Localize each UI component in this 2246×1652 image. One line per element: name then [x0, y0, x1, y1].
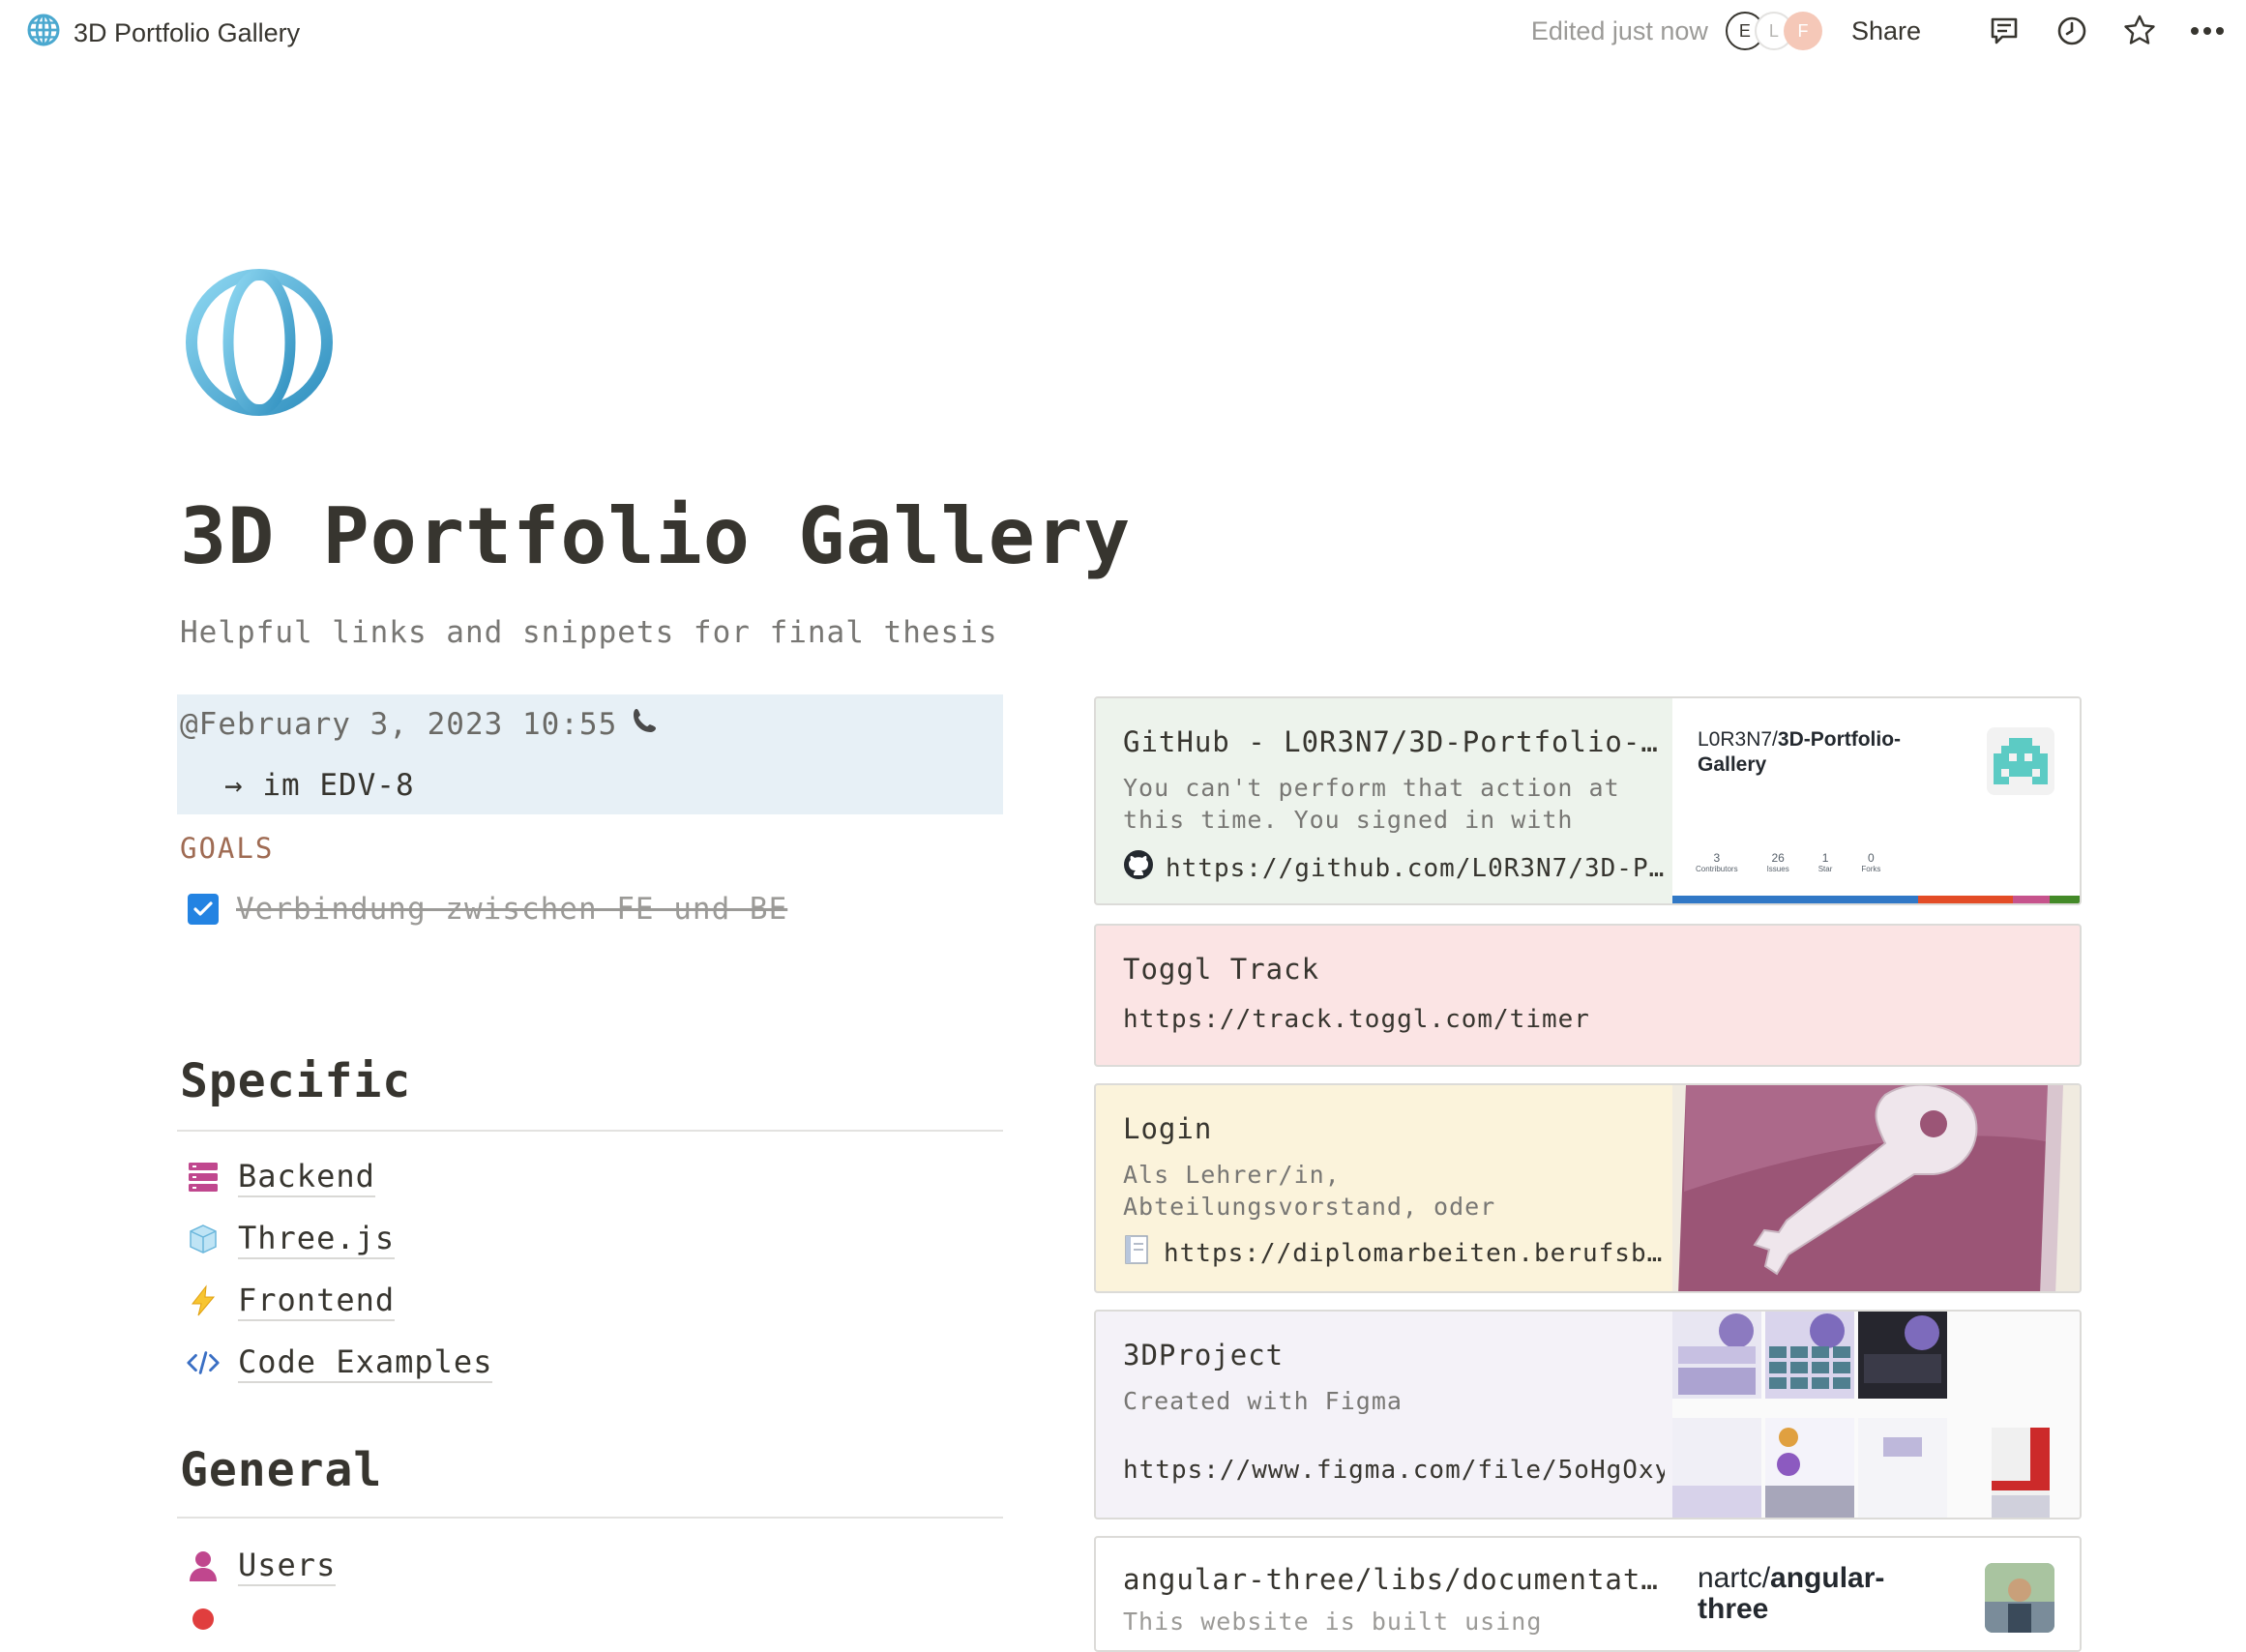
- collaborator-avatars[interactable]: E L F: [1725, 12, 1822, 50]
- repo-stat-issues: 26 Issues: [1766, 851, 1789, 873]
- page-link-label[interactable]: Backend: [238, 1157, 375, 1197]
- page-link-backend[interactable]: Backend: [186, 1157, 375, 1197]
- page-link-users[interactable]: Users: [186, 1546, 337, 1586]
- globe-icon[interactable]: [184, 267, 335, 418]
- more-dots-icon[interactable]: [2190, 14, 2225, 48]
- bookmark-description: This website is built using: [1123, 1608, 1543, 1636]
- bookmark-url: https://track.toggl.com/timer: [1123, 1005, 1590, 1034]
- bookmark-title: Login: [1123, 1112, 1213, 1145]
- repo-avatar: [1987, 727, 2054, 795]
- github-preview-image: L0R3N7/3D-Portfolio-Gallery 3 Contributor…: [1672, 698, 2080, 903]
- history-clock-icon[interactable]: [2054, 14, 2089, 48]
- comments-icon[interactable]: [1987, 14, 2022, 48]
- divider: [177, 1130, 1003, 1132]
- date-text[interactable]: @February 3, 2023 10:55: [180, 707, 617, 742]
- bookmark-description: Als Lehrer/in, Abteilungsvorstand, oder: [1123, 1161, 1496, 1221]
- repo-stat-stars: 1 Star: [1817, 851, 1833, 873]
- top-bar: 3D Portfolio Gallery Edited just now E L…: [0, 0, 2246, 66]
- ice-cube-icon: [186, 1222, 221, 1256]
- page-link-threejs[interactable]: Three.js: [186, 1219, 396, 1259]
- bookmark-description: You can't perform that action at this ti…: [1123, 774, 1620, 834]
- globe-icon: [27, 14, 60, 53]
- heading-specific[interactable]: Specific: [180, 1054, 411, 1108]
- user-icon: [186, 1549, 221, 1583]
- server-icon: [186, 1160, 221, 1195]
- bookmark-github[interactable]: GitHub - L0R3N7/3D-Portfolio-Gallery You…: [1094, 696, 2082, 905]
- page-subtitle[interactable]: Helpful links and snippets for final the…: [180, 615, 998, 650]
- bookmark-title: Toggl Track: [1123, 953, 1320, 986]
- repo-owner: nartc/: [1698, 1562, 1771, 1594]
- page-title[interactable]: 3D Portfolio Gallery: [180, 491, 1131, 581]
- share-button[interactable]: Share: [1851, 16, 1921, 46]
- page-link-code-examples[interactable]: Code Examples: [186, 1342, 493, 1383]
- breadcrumb[interactable]: 3D Portfolio Gallery: [27, 14, 300, 53]
- repo-avatar: [1985, 1563, 2054, 1633]
- page-link-frontend[interactable]: Frontend: [186, 1281, 396, 1321]
- bookmark-url: https://diplomarbeiten.berufsbildendesch…: [1123, 1234, 1665, 1272]
- lightning-icon: [186, 1283, 221, 1318]
- bookmark-url: https://www.figma.com/file/5oHgOxyz: [1123, 1456, 1665, 1485]
- red-dot-icon: [186, 1602, 221, 1637]
- code-icon: [186, 1345, 221, 1380]
- date-mention[interactable]: @February 3, 2023 10:55: [180, 706, 660, 743]
- bookmark-url: https://github.com/L0R3N7/3D-Portfolio-G…: [1123, 849, 1665, 887]
- login-preview-image: [1672, 1085, 2080, 1291]
- page-link-label[interactable]: Code Examples: [238, 1342, 493, 1383]
- bookmark-description: Created with Figma: [1123, 1387, 1403, 1415]
- page-link-label[interactable]: Three.js: [238, 1219, 396, 1259]
- bookmark-title: angular-three/libs/documentation: [1123, 1563, 1665, 1596]
- bookmark-title: 3DProject: [1123, 1339, 1285, 1372]
- repo-stat-forks: 0 Forks: [1861, 851, 1881, 873]
- page-link-label[interactable]: Users: [238, 1546, 337, 1586]
- bookmark-angular-three[interactable]: angular-three/libs/documentation This we…: [1094, 1536, 2082, 1652]
- divider: [177, 1517, 1003, 1519]
- angular-three-preview-image: nartc/angular-three: [1672, 1538, 2080, 1650]
- repo-stat-contributors: 3 Contributors: [1696, 851, 1738, 873]
- github-icon: [1123, 849, 1154, 887]
- goals-label[interactable]: GOALS: [180, 832, 274, 865]
- bookmark-login[interactable]: Login Als Lehrer/in, Abteilungsvorstand,…: [1094, 1083, 2082, 1293]
- todo-text[interactable]: Verbindung zwischen FE und BE: [236, 892, 787, 927]
- bookmark-toggl[interactable]: Toggl Track https://track.toggl.com/time…: [1094, 924, 2082, 1067]
- repo-owner: L0R3N7/: [1698, 728, 1778, 751]
- todo-item[interactable]: Verbindung zwischen FE und BE: [188, 892, 787, 927]
- location-text[interactable]: → im EDV-8: [224, 768, 415, 803]
- repo-stats: 3 Contributors 26 Issues 1 Star 0 Forks: [1696, 851, 1880, 873]
- language-bar: [1672, 896, 2080, 903]
- edited-status: Edited just now: [1530, 15, 1708, 45]
- bookmark-title: GitHub - L0R3N7/3D-Portfolio-Gallery: [1123, 725, 1665, 758]
- page-link-label[interactable]: Frontend: [238, 1281, 396, 1321]
- checkbox-checked[interactable]: [188, 894, 219, 925]
- breadcrumb-page-name[interactable]: 3D Portfolio Gallery: [74, 18, 300, 48]
- document-icon: [1123, 1234, 1152, 1272]
- heading-general[interactable]: General: [180, 1443, 382, 1497]
- avatar[interactable]: F: [1783, 12, 1822, 50]
- bookmark-figma[interactable]: 3DProject Created with Figma https://www…: [1094, 1310, 2082, 1519]
- figma-preview-image: [1672, 1312, 2080, 1518]
- page-link-partial[interactable]: [186, 1602, 221, 1637]
- favorite-star-icon[interactable]: [2122, 14, 2157, 48]
- telephone-icon: [631, 706, 660, 743]
